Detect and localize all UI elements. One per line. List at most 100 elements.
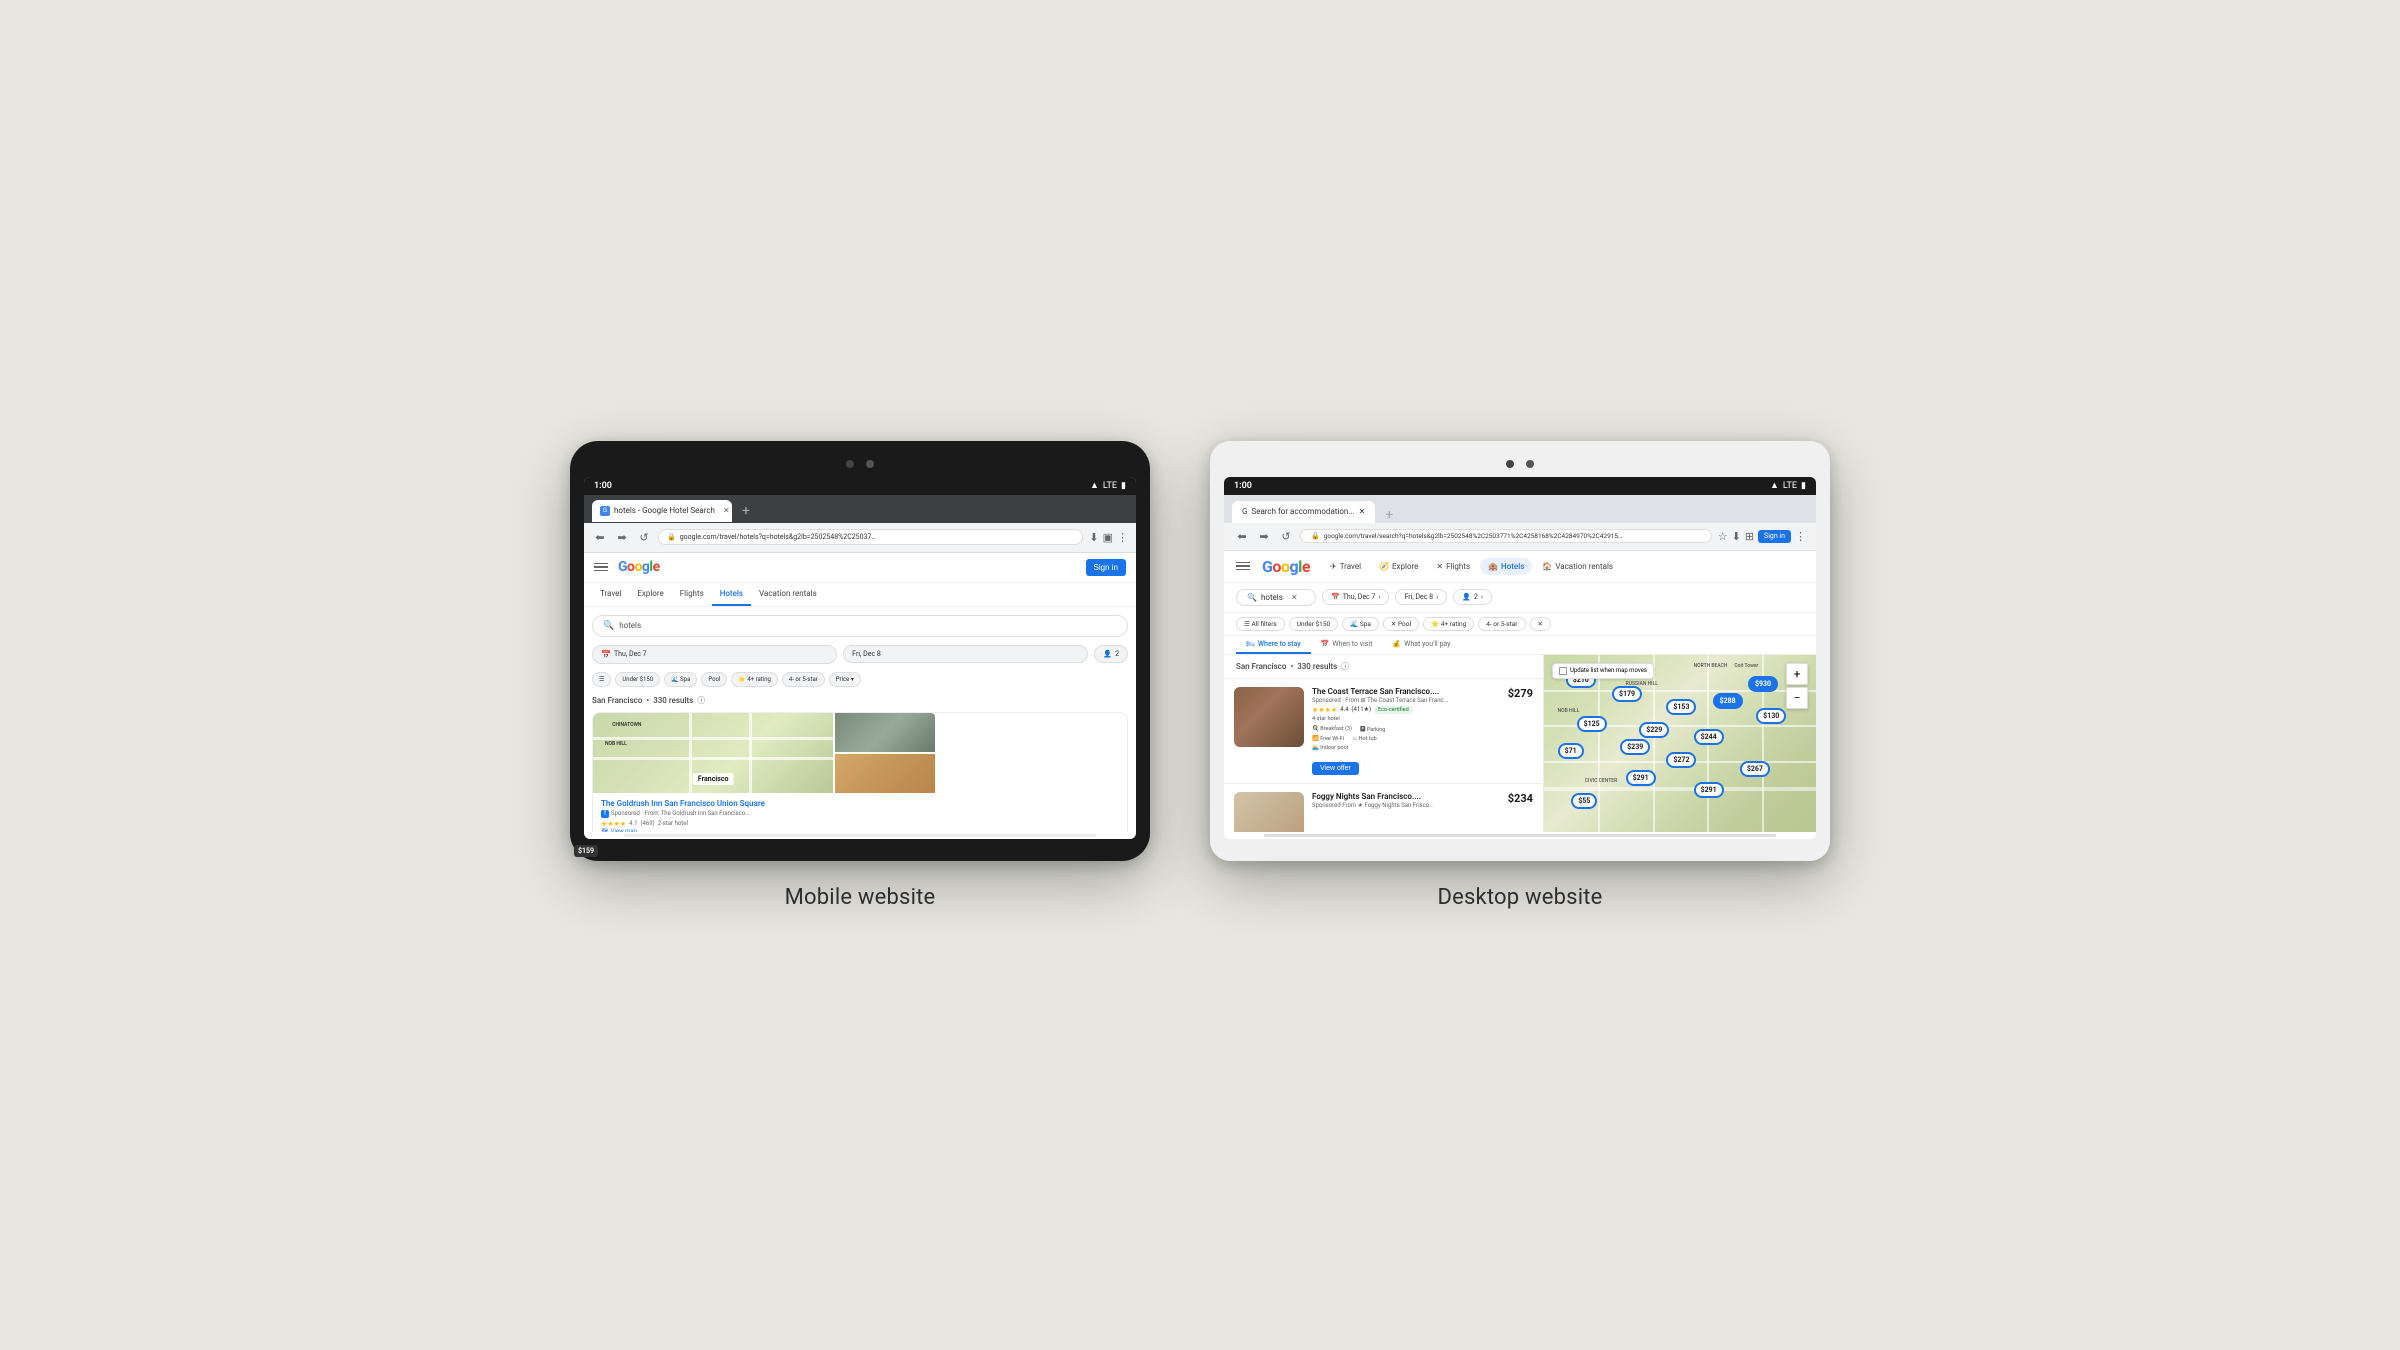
nav-explore-mobile[interactable]: Explore (629, 583, 671, 606)
filter-chip-mobile-2[interactable]: 🌊 Spa (664, 672, 697, 687)
nav-flights-mobile[interactable]: Flights (672, 583, 712, 606)
price-marker-267[interactable]: $267 (1740, 761, 1770, 777)
price-marker-244[interactable]: $244 (1694, 729, 1724, 745)
address-bar-mobile[interactable]: 🔒 google.com/travel/hotels?q=hotels&g2lb… (658, 529, 1083, 545)
price-marker-239[interactable]: $239 (1620, 739, 1650, 755)
results-location-mobile: San Francisco (592, 696, 642, 705)
price-marker-930[interactable]: $930 (1748, 676, 1778, 692)
wifi-icon: ▲ (1090, 480, 1099, 491)
sign-in-button-mobile[interactable]: Sign in (1086, 559, 1126, 576)
filter-stars-desktop[interactable]: 4- or 5-star (1478, 617, 1525, 631)
chrome-toolbar-mobile: ⬅ ➡ ↺ 🔒 google.com/travel/hotels?q=hotel… (584, 523, 1136, 553)
chrome-tab-active-mobile[interactable]: G hotels - Google Hotel Search ✕ (592, 500, 732, 522)
filter-more-desktop[interactable]: ✕ (1530, 617, 1551, 631)
filter-chip-mobile-3[interactable]: Pool (701, 672, 727, 687)
hotel-name-mobile[interactable]: The Goldrush Inn San Francisco Union Squ… (601, 799, 1119, 808)
hotel-info-mobile: The Goldrush Inn San Francisco Union Squ… (593, 793, 1127, 832)
sponsored-label-desktop-1: Sponsored (1312, 697, 1341, 704)
tab-close-desktop[interactable]: ✕ (1359, 507, 1366, 516)
tab-where-to-stay[interactable]: 🛏 Where to stay (1236, 636, 1311, 654)
filter-chip-mobile-1[interactable]: Under $150 (615, 672, 660, 687)
hamburger-menu-desktop[interactable] (1236, 562, 1250, 571)
nav-vacation-mobile[interactable]: Vacation rentals (751, 583, 825, 606)
new-tab-button-desktop[interactable]: + (1379, 507, 1399, 523)
price-marker-55[interactable]: $55 (1571, 793, 1597, 809)
desktop-guest-input[interactable]: 👤 2 › (1453, 589, 1492, 605)
checkout-pill-mobile[interactable]: Fri, Dec 8 (843, 645, 1088, 663)
new-tab-button-mobile[interactable]: + (736, 503, 756, 519)
rating-count-1: (411★) (1351, 706, 1371, 713)
map-label-nob-hill: NOB HILL (1558, 708, 1580, 714)
download-icon-mobile[interactable]: ⬇ (1089, 531, 1098, 544)
desktop-checkin-input[interactable]: 📅 Thu, Dec 7 › (1322, 589, 1389, 605)
price-marker-125[interactable]: $125 (1577, 716, 1607, 732)
desktop-nav-flights[interactable]: ✕ Flights (1428, 558, 1478, 575)
hotel-result-card-2[interactable]: Foggy Nights San Francisco.... Sponsored… (1224, 784, 1543, 832)
nav-hotels-mobile-active[interactable]: Hotels (712, 583, 751, 606)
price-marker-288[interactable]: $288 (1713, 693, 1743, 709)
checkout-date-mobile: Fri, Dec 8 (852, 650, 881, 658)
price-marker-229[interactable]: $229 (1639, 722, 1669, 738)
amenity-pool-1: 🏊 Indoor pool (1312, 745, 1500, 751)
filter-all-desktop[interactable]: ☰ All filters (1236, 617, 1285, 631)
results-info-icon-mobile: ⓘ (697, 695, 705, 706)
zoom-out-btn[interactable]: − (1786, 687, 1808, 709)
results-separator-desktop: • (1290, 662, 1293, 671)
view-map-link-mobile[interactable]: 🗺 View map (601, 828, 1119, 832)
desktop-nav-explore[interactable]: 🧭 Explore (1371, 558, 1426, 575)
hamburger-menu-mobile[interactable] (594, 563, 608, 572)
filter-chip-mobile-5[interactable]: 4- or 5-star (782, 672, 825, 687)
price-marker-291a[interactable]: $291 (1626, 770, 1656, 786)
filter-rating-desktop[interactable]: ⭐ 4+ rating (1423, 617, 1474, 631)
filter-chip-mobile-0[interactable]: ☰ (592, 672, 611, 687)
filter-chip-mobile-6[interactable]: Price ▾ (829, 672, 861, 687)
filter-price-desktop[interactable]: Under $150 (1289, 617, 1338, 631)
search-query-desktop: hotels (1261, 593, 1283, 602)
forward-button-mobile[interactable]: ➡ (614, 529, 630, 545)
refresh-button-mobile[interactable]: ↺ (636, 529, 652, 545)
menu-icon-desktop[interactable]: ⋮ (1795, 530, 1806, 543)
forward-button-desktop[interactable]: ➡ (1256, 528, 1272, 544)
apps-icon-desktop[interactable]: ⊞ (1745, 530, 1754, 543)
checkin-pill-mobile[interactable]: 📅 Thu, Dec 7 (592, 645, 837, 664)
zoom-in-btn[interactable]: + (1786, 663, 1808, 685)
refresh-button-desktop[interactable]: ↺ (1278, 528, 1294, 544)
price-marker-272[interactable]: $272 (1666, 752, 1696, 768)
guest-pill-mobile[interactable]: 👤 2 (1094, 645, 1128, 663)
tab-what-youll-pay[interactable]: 💰 What you'll pay (1382, 636, 1460, 654)
desktop-search-input[interactable]: 🔍 hotels ✕ (1236, 589, 1316, 606)
star-icon-desktop[interactable]: ☆ (1718, 530, 1728, 543)
filter-chip-mobile-4[interactable]: ⭐ 4+ rating (731, 672, 778, 687)
cast-icon-mobile[interactable]: ▣ (1103, 531, 1113, 544)
price-marker-179[interactable]: $179 (1612, 686, 1642, 702)
desktop-nav-travel[interactable]: ✈ Travel (1322, 558, 1369, 575)
tab-favicon-mobile: G (600, 506, 610, 516)
price-marker-153[interactable]: $153 (1666, 699, 1696, 715)
nav-travel-mobile[interactable]: Travel (592, 583, 629, 606)
price-marker-291b[interactable]: $291 (1694, 782, 1724, 798)
map-update-checkbox[interactable]: Update list when map moves (1552, 663, 1654, 679)
tab-close-mobile[interactable]: ✕ (723, 506, 730, 515)
desktop-checkout-input[interactable]: Fri, Dec 8 › (1395, 589, 1447, 605)
download-icon-desktop[interactable]: ⬇ (1732, 530, 1741, 543)
hotel-card-mobile[interactable]: CHINATOWN NOB HILL Francisco $159 (592, 712, 1128, 832)
address-bar-desktop[interactable]: 🔒 google.com/travel/search?q=hotels&g2lb… (1300, 529, 1712, 543)
filter-spa-desktop[interactable]: 🌊 Spa (1342, 617, 1379, 631)
back-button-mobile[interactable]: ⬅ (592, 529, 608, 545)
desktop-nav-vacation[interactable]: 🏠 Vacation rentals (1534, 558, 1621, 575)
desktop-chrome-tab-active[interactable]: G Search for accommodation... ✕ (1232, 501, 1375, 523)
filter-pool-desktop[interactable]: ✕ Pool (1383, 617, 1419, 631)
price-marker-71[interactable]: $71 (1558, 743, 1584, 759)
results-count-mobile: 330 results (653, 696, 693, 705)
search-clear-desktop[interactable]: ✕ (1291, 593, 1298, 602)
search-box-mobile[interactable]: 🔍 hotels (592, 615, 1128, 637)
menu-icon-mobile[interactable]: ⋮ (1117, 531, 1128, 544)
view-offer-btn-1[interactable]: View offer (1312, 762, 1359, 775)
hotel-result-card-1[interactable]: The Coast Terrace San Francisco.... Spon… (1224, 679, 1543, 784)
status-time: 1:00 (594, 481, 612, 491)
tab-when-to-visit[interactable]: 📅 When to visit (1311, 636, 1383, 654)
price-marker-130[interactable]: $130 (1756, 708, 1786, 724)
sign-in-btn-desktop[interactable]: Sign in (1758, 530, 1791, 543)
desktop-nav-hotels-active[interactable]: 🏨 Hotels (1480, 558, 1532, 575)
back-button-desktop[interactable]: ⬅ (1234, 528, 1250, 544)
